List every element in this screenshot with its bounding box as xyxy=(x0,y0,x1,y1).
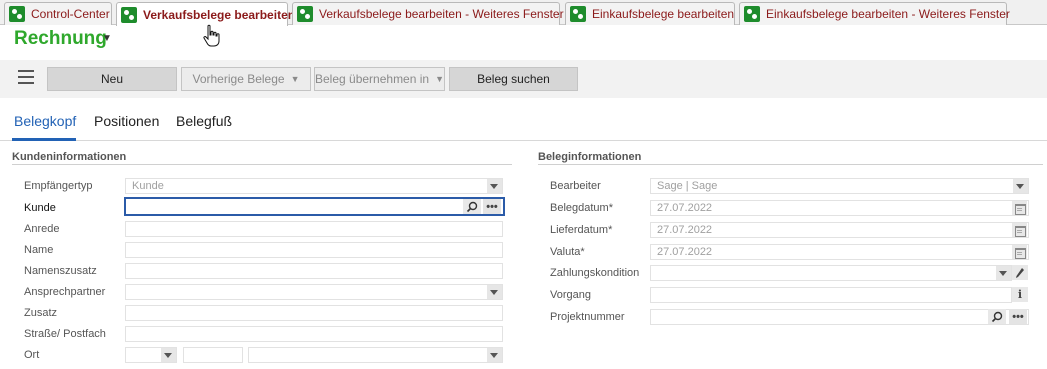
payment-terms-label: Zahlungskondition xyxy=(550,267,640,279)
dropdown-arrow-icon[interactable] xyxy=(487,348,502,362)
name-suffix-input[interactable] xyxy=(125,263,503,279)
more-options-icon[interactable]: ••• xyxy=(483,199,501,214)
more-options-icon[interactable]: ••• xyxy=(1009,309,1027,324)
chevron-down-icon: ▼ xyxy=(290,74,300,84)
search-icon[interactable] xyxy=(463,199,481,214)
chevron-down-icon: ▼ xyxy=(435,74,444,84)
app-icon xyxy=(297,6,313,22)
payment-terms-select[interactable] xyxy=(650,265,1012,281)
window-tab-control-center[interactable]: Control-Center xyxy=(4,2,112,25)
new-button-label: Neu xyxy=(100,72,123,86)
dropdown-arrow-icon[interactable] xyxy=(161,348,176,362)
window-tab-label: Verkaufsbelege bearbeiten xyxy=(143,7,296,22)
doc-date-label: Belegdatum* xyxy=(550,202,613,214)
recipient-type-select[interactable]: Kunde xyxy=(125,178,503,194)
recipient-type-label: Empfängertyp xyxy=(24,180,93,192)
calendar-icon[interactable] xyxy=(1012,201,1027,215)
take-over-button[interactable]: Beleg übernehmen in ▼ xyxy=(314,67,445,91)
app-icon xyxy=(121,6,137,23)
previous-documents-label: Vorherige Belege xyxy=(192,72,285,86)
new-button[interactable]: Neu xyxy=(47,67,177,91)
dropdown-arrow-icon[interactable] xyxy=(487,179,502,193)
customer-info-heading: Kundeninformationen xyxy=(12,151,127,163)
editor-label: Bearbeiter xyxy=(550,180,601,192)
tab-belegkopf[interactable]: Belegkopf xyxy=(14,113,76,129)
dropdown-arrow-icon[interactable] xyxy=(1013,179,1028,193)
take-over-label: Beleg übernehmen in xyxy=(315,72,430,86)
previous-documents-button[interactable]: Vorherige Belege ▼ xyxy=(181,67,311,91)
value-date-input[interactable]: 27.07.2022 xyxy=(650,244,1029,260)
name-label: Name xyxy=(24,244,54,256)
editor-select[interactable]: Sage | Sage xyxy=(650,178,1029,194)
customer-label: Kunde xyxy=(24,202,56,214)
window-tab-label: Control-Center xyxy=(31,7,110,21)
delivery-date-label: Lieferdatum* xyxy=(550,224,613,236)
window-tab-label: Verkaufsbelege bearbeiten - Weiteres Fen… xyxy=(319,7,564,21)
search-icon[interactable] xyxy=(988,309,1006,324)
calendar-icon[interactable] xyxy=(1012,245,1027,259)
search-document-label: Beleg suchen xyxy=(477,72,550,86)
process-input[interactable] xyxy=(650,287,1012,303)
window-tab-einkaufsbelege[interactable]: Einkaufsbelege bearbeiten xyxy=(565,2,735,25)
name-suffix-label: Namenszusatz xyxy=(24,265,97,277)
search-document-button[interactable]: Beleg suchen xyxy=(449,67,578,91)
hand-cursor-icon xyxy=(203,24,220,47)
caret-down-icon[interactable]: ▼ xyxy=(102,33,112,44)
window-tab-einkaufsbelege-weiteres[interactable]: Einkaufsbelege bearbeiten - Weiteres Fen… xyxy=(739,2,1010,25)
name-input[interactable] xyxy=(125,242,503,258)
dropdown-arrow-icon[interactable] xyxy=(996,266,1011,280)
delivery-date-input[interactable]: 27.07.2022 xyxy=(650,222,1029,238)
window-tab-verkaufsbelege[interactable]: Verkaufsbelege bearbeiten xyxy=(116,2,295,26)
active-tab-indicator xyxy=(12,138,76,141)
dropdown-arrow-icon[interactable] xyxy=(487,285,502,299)
customer-input[interactable] xyxy=(124,197,505,216)
addition-input[interactable] xyxy=(125,305,503,321)
app-icon xyxy=(744,6,760,22)
value-date-label: Valuta* xyxy=(550,246,585,258)
street-input[interactable] xyxy=(125,326,503,342)
city-label: Ort xyxy=(24,349,40,361)
project-number-label: Projektnummer xyxy=(550,311,625,323)
salutation-label: Anrede xyxy=(24,223,60,235)
section-divider xyxy=(538,164,1043,165)
calendar-icon[interactable] xyxy=(1012,223,1027,237)
tab-belegfuss[interactable]: Belegfuß xyxy=(176,113,232,129)
info-icon[interactable]: i xyxy=(1012,287,1028,302)
postal-code-input[interactable] xyxy=(183,347,243,363)
window-tab-label: Einkaufsbelege bearbeiten - Weiteres Fen… xyxy=(766,7,1010,21)
window-tab-label: Einkaufsbelege bearbeiten xyxy=(592,7,735,21)
document-type-title[interactable]: Rechnung xyxy=(14,28,107,50)
process-label: Vorgang xyxy=(550,289,591,301)
addition-label: Zusatz xyxy=(24,307,58,319)
tab-positionen[interactable]: Positionen xyxy=(94,113,159,129)
salutation-input[interactable] xyxy=(125,221,503,237)
city-select[interactable] xyxy=(248,347,503,363)
window-tab-verkaufsbelege-weiteres[interactable]: Verkaufsbelege bearbeiten - Weiteres Fen… xyxy=(292,2,564,25)
contact-label: Ansprechpartner xyxy=(24,286,106,298)
hamburger-icon[interactable] xyxy=(18,70,34,84)
section-divider xyxy=(12,164,512,165)
document-info-heading: Beleginformationen xyxy=(538,151,642,163)
street-label: Straße/ Postfach xyxy=(24,328,106,340)
doc-date-input[interactable]: 27.07.2022 xyxy=(650,200,1029,216)
project-number-input[interactable] xyxy=(650,309,1029,325)
app-icon xyxy=(9,6,25,22)
edit-pencil-icon[interactable] xyxy=(1012,265,1028,280)
app-icon xyxy=(570,6,586,22)
contact-select[interactable] xyxy=(125,284,503,300)
tab-divider xyxy=(0,140,1047,141)
